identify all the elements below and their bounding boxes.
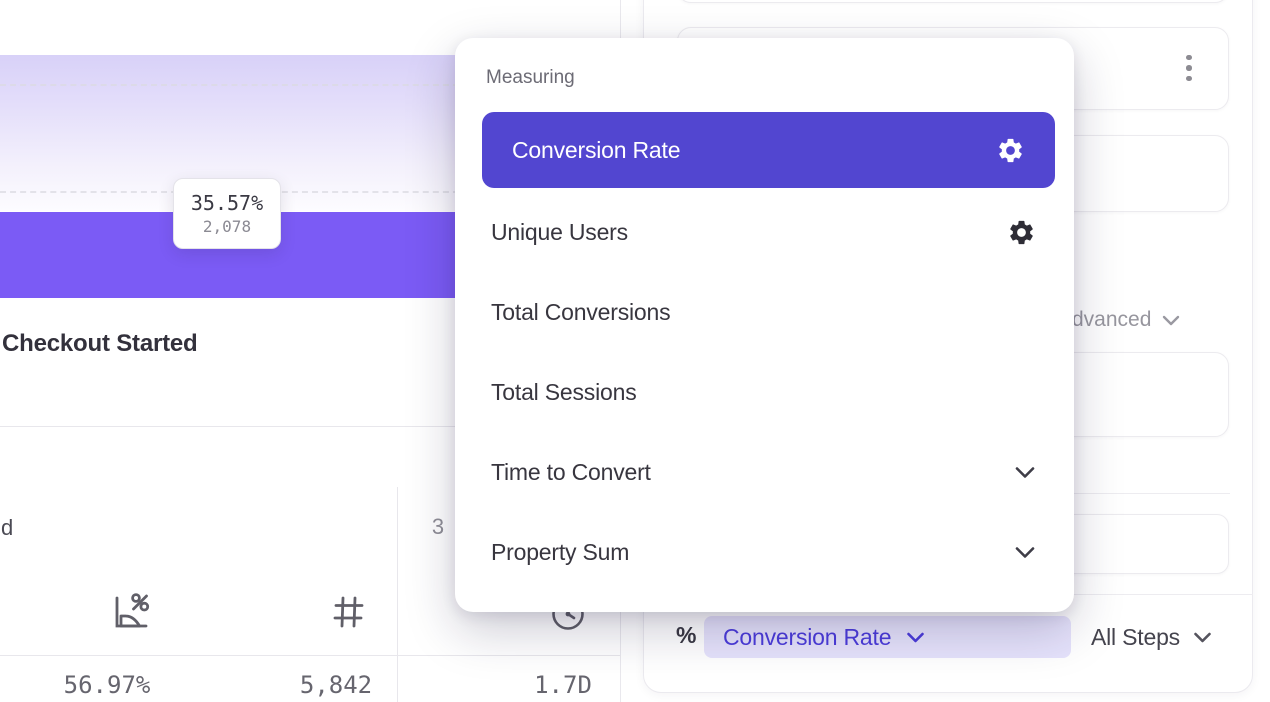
chart-tooltip: 35.57% 2,078 [173, 178, 281, 249]
step-label: Checkout Started [2, 330, 198, 358]
menu-item-total-conversions[interactable]: Total Conversions [455, 272, 1074, 352]
avg-time-value: 1.7D [502, 668, 624, 702]
tooltip-count: 2,078 [203, 217, 251, 236]
gear-icon[interactable] [996, 136, 1025, 165]
measuring-dropdown: Measuring Conversion Rate Unique Users T… [455, 38, 1074, 612]
percent-symbol: % [676, 622, 696, 649]
gear-icon[interactable] [1007, 218, 1036, 247]
menu-item-label: Total Conversions [491, 299, 1036, 326]
menu-item-conversion-rate[interactable]: Conversion Rate [482, 112, 1055, 188]
conversion-rate-icon [108, 590, 152, 634]
table-next-step-header-fragment: 3 [424, 513, 452, 541]
dropdown-title: Measuring [486, 67, 575, 89]
hash-icon [328, 592, 372, 636]
table-column-divider [397, 487, 398, 702]
measurement-selector[interactable]: Conversion Rate [704, 616, 1071, 658]
menu-item-total-sessions[interactable]: Total Sessions [455, 352, 1074, 432]
menu-item-label: Total Sessions [491, 379, 1036, 406]
builder-row-card [677, 0, 1229, 3]
kebab-menu-button[interactable] [1178, 50, 1200, 86]
menu-item-label: Property Sum [491, 539, 1014, 566]
menu-item-property-sum[interactable]: Property Sum [455, 512, 1074, 592]
tooltip-conversion-rate: 35.57% [191, 191, 263, 215]
chevron-down-icon [906, 632, 925, 643]
measurement-selector-label: Conversion Rate [723, 624, 891, 651]
menu-item-label: Unique Users [491, 219, 1007, 246]
steps-selector-label: All Steps [1091, 624, 1180, 651]
converted-count-value: 5,842 [275, 668, 397, 702]
menu-item-time-to-convert[interactable]: Time to Convert [455, 432, 1074, 512]
divider [0, 655, 620, 656]
menu-item-label: Time to Convert [491, 459, 1014, 486]
table-step-header-fragment: d [1, 514, 13, 542]
menu-item-label: Conversion Rate [492, 137, 996, 164]
chevron-down-icon [1193, 632, 1212, 643]
menu-item-unique-users[interactable]: Unique Users [455, 192, 1074, 272]
steps-selector[interactable]: All Steps [1091, 616, 1212, 658]
advanced-toggle[interactable]: Advanced [1058, 308, 1198, 332]
chevron-down-icon [1162, 315, 1180, 326]
chevron-down-icon [1014, 546, 1036, 559]
chevron-down-icon [1014, 466, 1036, 479]
conversion-rate-value: 56.97% [46, 668, 168, 702]
